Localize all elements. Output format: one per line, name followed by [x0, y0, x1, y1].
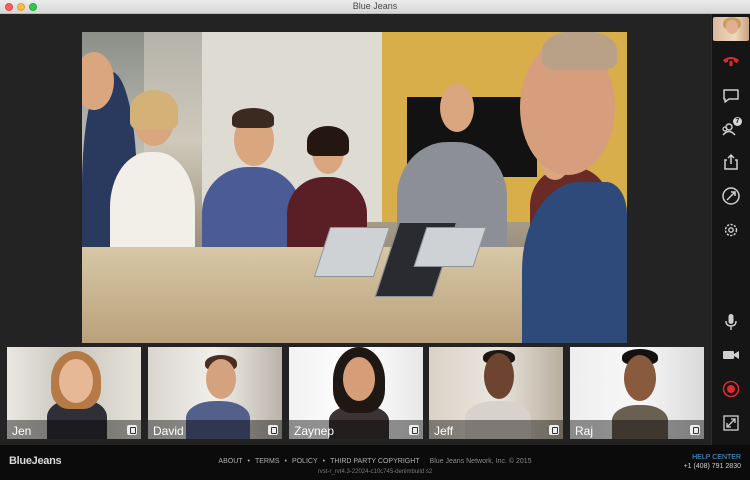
separator: •: [322, 458, 326, 465]
window-title: Blue Jeans: [352, 1, 398, 11]
title-bar: Blue Jeans: [0, 0, 750, 14]
participant-status-icon: [127, 425, 137, 435]
participant-head: [624, 355, 656, 401]
video-person-head: [440, 84, 474, 132]
participant-head: [59, 359, 93, 403]
video-person: [130, 90, 178, 130]
participant-status-icon: [690, 425, 700, 435]
share-screen-icon: [724, 153, 738, 170]
participant-status-icon: [268, 425, 278, 435]
microphone-icon: [725, 314, 737, 330]
participant-status-icon: [549, 425, 559, 435]
participants-button[interactable]: 7: [719, 117, 743, 139]
fullscreen-button[interactable]: [719, 412, 743, 434]
footer-links: ABOUT • TERMS • POLICY • THIRD PARTY COPYRIGHT…: [0, 458, 750, 465]
third-party-copyright-link[interactable]: THIRD PARTY COPYRIGHT: [330, 458, 419, 465]
chat-icon: [723, 89, 739, 103]
record-icon: [722, 380, 740, 398]
participant-name: Jen: [12, 424, 32, 438]
participant-name: David: [153, 424, 184, 438]
fullscreen-icon: [723, 415, 739, 431]
support-phone: +1 (408) 791 2830: [683, 463, 741, 470]
video-person: [542, 32, 617, 70]
participant-head: [484, 353, 514, 399]
camera-button[interactable]: [719, 344, 743, 366]
participant-head: [343, 357, 375, 401]
participant-name: Raj: [575, 424, 594, 438]
participant-count-badge: 7: [733, 117, 742, 126]
microphone-button[interactable]: [719, 311, 743, 333]
settings-button[interactable]: [719, 219, 743, 241]
participant-name: Jeff: [434, 424, 454, 438]
participant-name: Zaynep: [294, 424, 335, 438]
participant-tile[interactable]: Raj: [570, 347, 704, 439]
main-speaker-video[interactable]: [82, 32, 627, 343]
copyright-text: Blue Jeans Network, Inc. © 2015: [429, 458, 532, 465]
video-stage: Jen David Zaynep Jeff Raj: [0, 14, 711, 445]
share-screen-button[interactable]: [719, 151, 743, 173]
participant-head: [206, 359, 236, 399]
terms-link[interactable]: TERMS: [255, 458, 280, 465]
record-button[interactable]: [719, 378, 743, 400]
self-view-head: [726, 20, 738, 34]
hangup-button[interactable]: [719, 50, 743, 72]
footer: BlueJeans ABOUT • TERMS • POLICY • THIRD PARTY…: [0, 445, 750, 480]
build-version: rvst-r_rvt4.3-22024-c10c745-denimbuild s…: [317, 469, 433, 475]
participant-status-icon: [409, 425, 419, 435]
policy-link[interactable]: POLICY: [292, 458, 318, 465]
help-center-link[interactable]: HELP CENTER: [684, 453, 741, 462]
connection-button[interactable]: [719, 185, 743, 207]
settings-icon: [724, 223, 738, 237]
chat-button[interactable]: [719, 85, 743, 107]
video-person: [232, 108, 274, 128]
app-window: Blue Jeans Jen David Zaynep Jeff Raj 7 B…: [0, 0, 750, 480]
self-view-video[interactable]: [713, 17, 749, 41]
help-block: HELP CENTER +1 (408) 791 2830: [684, 453, 741, 471]
separator: •: [284, 458, 287, 465]
participant-tile[interactable]: Jen: [7, 347, 141, 439]
participant-strip: Jen David Zaynep Jeff Raj: [0, 347, 711, 441]
participant-tile[interactable]: Zaynep: [289, 347, 423, 439]
about-link[interactable]: ABOUT: [218, 458, 242, 465]
connection-icon: [722, 187, 740, 205]
video-person: [307, 126, 349, 156]
participant-tile[interactable]: David: [148, 347, 282, 439]
hangup-icon: [723, 57, 739, 66]
participant-tile[interactable]: Jeff: [429, 347, 563, 439]
camera-icon: [723, 351, 739, 359]
separator: •: [247, 458, 250, 465]
call-controls-sidebar: 7: [711, 14, 750, 445]
